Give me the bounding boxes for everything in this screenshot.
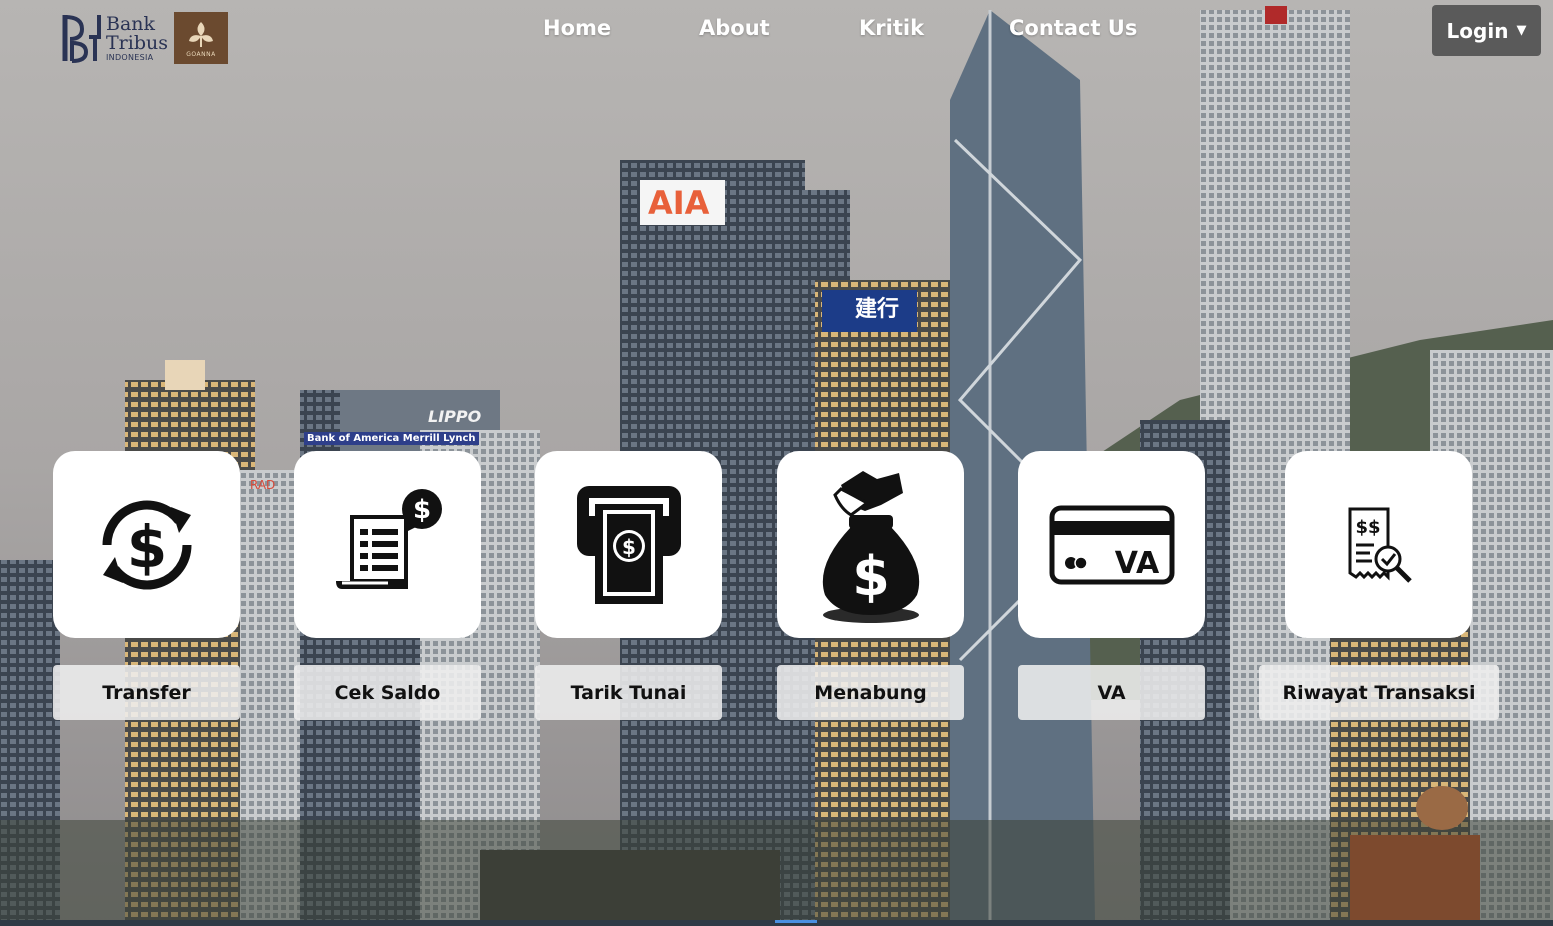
partner-logo: GOANNA <box>173 12 228 64</box>
cash-withdrawal-icon: $ <box>576 485 681 604</box>
bank-tribus-logo-icon <box>62 15 101 63</box>
nav-contact-us[interactable]: Contact Us <box>1009 16 1137 40</box>
service-label-riwayat-transaksi[interactable]: Riwayat Transaksi <box>1259 665 1499 720</box>
service-tile-riwayat-transaksi[interactable]: $$ <box>1285 451 1472 638</box>
svg-text:$: $ <box>852 545 890 608</box>
service-tile-transfer[interactable]: $ <box>53 451 240 638</box>
leaf-emblem-icon <box>188 21 213 47</box>
billboard-rad: RAD <box>250 478 276 492</box>
svg-text:$: $ <box>126 513 166 581</box>
service-label-menabung[interactable]: Menabung <box>777 665 964 720</box>
service-label-transfer[interactable]: Transfer <box>53 665 240 720</box>
billboard-ccb: 建行 <box>855 297 900 322</box>
svg-text:VA: VA <box>1114 546 1159 581</box>
brand-line-2: Tribus <box>106 31 168 54</box>
partner-name: GOANNA <box>186 50 216 58</box>
caret-down-icon: ▼ <box>1516 23 1527 38</box>
service-label-tarik-tunai[interactable]: Tarik Tunai <box>535 665 722 720</box>
money-bag-icon: $ <box>822 470 919 623</box>
login-dropdown-button[interactable]: Login ▼ <box>1432 5 1541 56</box>
svg-text:$: $ <box>412 495 430 525</box>
nav-home[interactable]: Home <box>543 16 611 40</box>
nav-about[interactable]: About <box>699 16 770 40</box>
service-tile-va[interactable]: VA <box>1018 451 1205 638</box>
service-tile-tarik-tunai[interactable]: $ <box>535 451 722 638</box>
brand-line-1: Bank <box>106 12 156 35</box>
billboard-lippo: LIPPO <box>428 407 482 426</box>
service-tile-menabung[interactable]: $ <box>777 451 964 638</box>
transfer-dollar-cycle-icon: $ <box>102 500 191 589</box>
horizontal-scrollbar[interactable] <box>0 920 1553 926</box>
brand-line-3: INDONESIA <box>106 52 154 62</box>
transaction-history-icon: $$ <box>1348 507 1412 583</box>
billboard-boa: Bank of America Merrill Lynch <box>304 432 479 445</box>
brand-logo[interactable]: Bank Tribus INDONESIA GOANNA <box>62 12 228 64</box>
svg-text:$$: $$ <box>1355 517 1380 538</box>
service-tile-cek-saldo[interactable]: $ <box>294 451 481 638</box>
svg-text:$: $ <box>622 535 636 559</box>
brand-name: Bank Tribus INDONESIA <box>106 12 168 62</box>
service-label-cek-saldo[interactable]: Cek Saldo <box>294 665 481 720</box>
balance-receipt-icon: $ <box>335 488 442 589</box>
nav-kritik[interactable]: Kritik <box>859 16 924 40</box>
service-label-va[interactable]: VA <box>1018 665 1205 720</box>
login-label: Login <box>1446 18 1509 43</box>
scrollbar-thumb[interactable] <box>775 920 817 923</box>
virtual-account-card-icon: VA <box>1049 505 1174 584</box>
billboard-aia: AIA <box>648 184 710 222</box>
